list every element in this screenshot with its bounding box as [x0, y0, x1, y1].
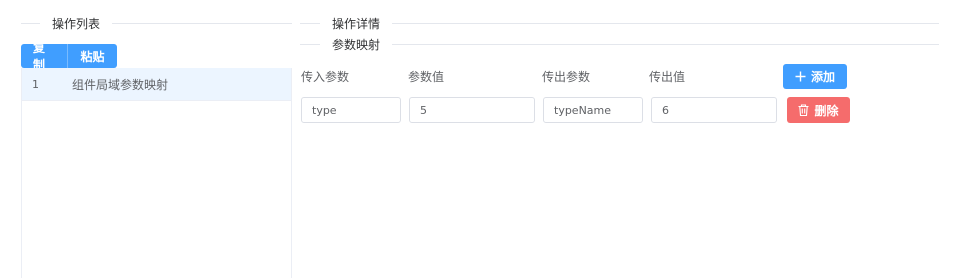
- mapping-sub-title: 参数映射: [320, 37, 393, 53]
- delete-button[interactable]: 删除: [787, 97, 850, 123]
- left-section-title: 操作列表: [40, 16, 113, 32]
- mapping-divider-line: [300, 44, 939, 45]
- trash-icon: [798, 104, 809, 116]
- list-item-label: 组件局域参数映射: [72, 77, 169, 92]
- add-button-label: 添加: [810, 70, 835, 84]
- param-value-label: 参数值: [408, 70, 445, 84]
- plus-icon: [795, 71, 806, 82]
- param-value-input[interactable]: 5: [409, 97, 535, 123]
- out-param-input[interactable]: typeName: [543, 97, 643, 123]
- list-item-index: 1: [32, 77, 39, 91]
- operation-list: 1 组件局域参数映射: [21, 68, 292, 278]
- out-value-label: 传出值: [649, 70, 686, 84]
- in-param-label: 传入参数: [301, 70, 350, 84]
- list-item[interactable]: 1 组件局域参数映射: [22, 68, 291, 101]
- out-value-input[interactable]: 6: [651, 97, 777, 123]
- in-param-input[interactable]: type: [301, 97, 401, 123]
- paste-button[interactable]: 粘贴: [68, 44, 117, 68]
- out-param-label: 传出参数: [542, 70, 591, 84]
- right-divider-line: [300, 23, 939, 24]
- add-button[interactable]: 添加: [783, 64, 847, 89]
- delete-button-label: 删除: [814, 103, 839, 118]
- copy-button[interactable]: 复制: [21, 41, 68, 72]
- copy-paste-button-group: 复制 粘贴: [21, 41, 117, 72]
- right-section-title: 操作详情: [320, 16, 393, 32]
